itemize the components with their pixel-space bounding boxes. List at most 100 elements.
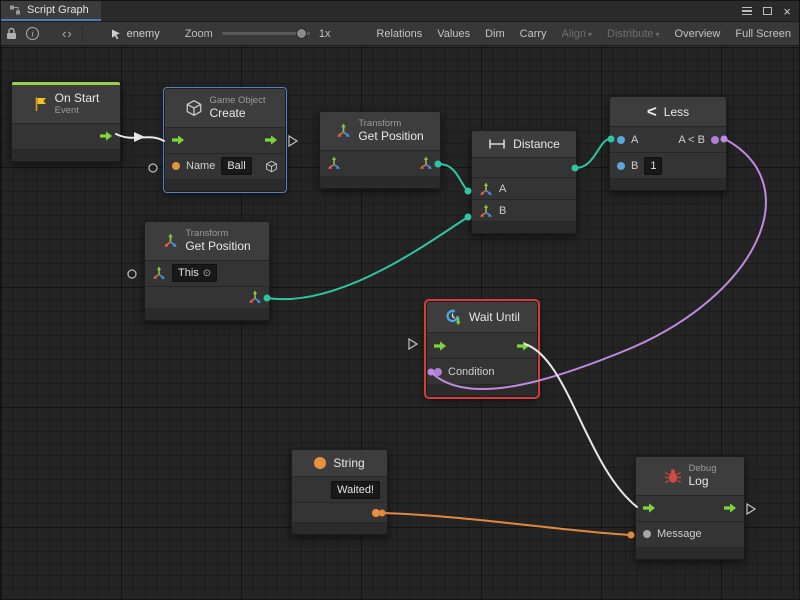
transform-input-port[interactable] [327,156,341,170]
create-header: Game Object Create [165,89,285,127]
flow-output-port[interactable] [724,503,737,513]
align-button[interactable]: Align▾ [559,26,595,42]
a-port-label: A [499,183,506,195]
node-wait-until[interactable]: Wait Until Condition [426,301,538,397]
position-output-port[interactable] [419,156,433,170]
flag-icon [33,96,48,112]
a-input-port[interactable] [479,182,493,196]
message-label: Message [657,528,702,540]
node-footer [12,149,120,161]
a-result-row: A A < B [610,126,726,152]
flow-input-port[interactable] [172,135,185,145]
graph-canvas[interactable]: On Start Event Game Object Create [1,47,800,600]
relations-button[interactable]: Relations [373,26,425,42]
result-port-row [472,157,576,177]
node-get-position-2[interactable]: Transform Get Position This ⊙ [144,221,270,321]
flow-row [636,495,744,521]
distance-header: Distance [472,131,576,157]
chevron-down-icon: ▾ [656,30,660,39]
unconnected-flow-stub[interactable] [409,339,417,349]
b-port-row: B [472,199,576,221]
condition-input-port[interactable] [434,368,442,376]
flow-output-port[interactable] [100,131,113,141]
graph-toolbar: i ‹› enemy Zoom 1x Relations Values Dim … [1,22,799,46]
collapse-icon[interactable]: ‹› [62,26,73,41]
unconnected-value-port[interactable] [149,164,157,172]
node-get-position-1[interactable]: Transform Get Position [319,111,441,189]
b-input-port[interactable] [479,204,493,218]
lock-icon[interactable] [6,27,17,40]
position-output-port[interactable] [248,290,262,304]
name-port-row: Name Ball [165,153,285,179]
zoom-slider[interactable] [222,32,310,35]
wire-distance-to-less-a [576,139,610,168]
a-port-row: A [472,177,576,199]
a-input-port[interactable] [617,136,625,144]
unconnected-flow-stub[interactable] [289,136,297,146]
node-kind: Game Object [210,95,266,106]
fullscreen-button[interactable]: Full Screen [732,26,794,42]
node-debug-log[interactable]: Debug Log Message [635,456,745,560]
node-title: On Start [55,91,100,105]
flow-arrowhead [134,132,145,142]
name-input-port[interactable] [172,162,180,170]
get-position-header: Transform Get Position [145,222,269,260]
dim-button[interactable]: Dim [482,26,508,42]
flow-input-port[interactable] [434,341,447,351]
target-value: This [178,267,199,279]
info-icon[interactable]: i [26,27,39,40]
tab-script-graph[interactable]: Script Graph [1,1,101,21]
target-field[interactable]: This ⊙ [172,264,217,282]
node-string[interactable]: String Waited! [291,449,388,535]
wait-clock-icon [444,308,462,326]
output-port-row [292,502,387,522]
node-footer [165,179,285,191]
node-title: Less [664,105,689,119]
distribute-button[interactable]: Distribute▾ [604,26,662,42]
node-footer [610,178,726,190]
unconnected-flow-stub[interactable] [747,504,755,514]
b-input-port[interactable] [617,162,625,170]
flow-input-port[interactable] [643,503,656,513]
wire-string-to-message [384,513,630,535]
target-name: enemy [127,28,160,40]
message-input-port[interactable] [643,530,651,538]
maximize-button[interactable] [763,7,772,15]
unconnected-value-port[interactable] [128,270,136,278]
result-output-port[interactable] [711,136,719,144]
node-kind: Transform [358,118,401,129]
graph-target[interactable]: enemy [110,28,160,40]
on-start-header: On Start Event [12,85,120,123]
ruler-icon [488,138,506,150]
string-output-port[interactable] [372,509,380,517]
carry-button[interactable]: Carry [517,26,550,42]
close-button[interactable]: × [783,5,791,18]
node-title: Get Position [358,129,423,143]
node-distance[interactable]: Distance A B [471,130,577,234]
node-game-object-create[interactable]: Game Object Create Name Ball [164,88,286,192]
object-picker-icon[interactable]: ⊙ [203,268,211,279]
string-value-field[interactable]: Waited! [331,481,380,499]
b-value-field[interactable]: 1 [644,157,662,175]
zoom-knob[interactable] [296,28,307,39]
zoom-value: 1x [319,28,331,40]
flow-output-port[interactable] [265,135,278,145]
target-port-row: This ⊙ [145,260,269,286]
transform-input-port[interactable] [152,266,166,280]
overview-button[interactable]: Overview [672,26,724,42]
tab-title: Script Graph [27,4,89,16]
game-object-output-port[interactable] [265,160,278,173]
node-footer [427,384,537,396]
get-position-header: Transform Get Position [320,112,440,150]
window-menu-icon[interactable] [742,7,752,16]
flow-output-port[interactable] [517,341,530,351]
node-less[interactable]: < Less A A < B B 1 [609,96,727,191]
name-field[interactable]: Ball [221,157,251,175]
node-footer [472,221,576,233]
values-button[interactable]: Values [434,26,473,42]
node-on-start-event[interactable]: On Start Event [11,81,121,162]
condition-port-row: Condition [427,358,537,384]
cube-icon [185,99,203,117]
wait-until-header: Wait Until [427,302,537,332]
b-port-label: B [631,160,638,172]
